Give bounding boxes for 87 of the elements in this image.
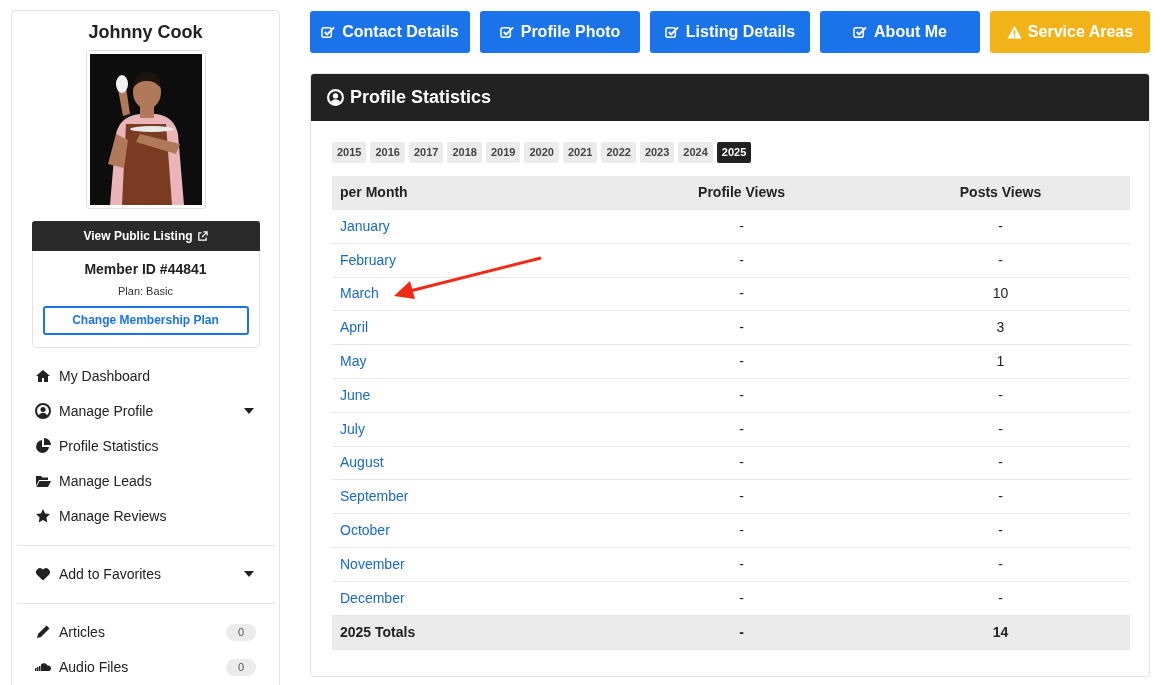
- member-name: Johnny Cook: [88, 21, 203, 44]
- menu-item[interactable]: Manage Reviews: [35, 498, 256, 534]
- user-circle-icon: [35, 403, 51, 419]
- table-cell-text: -: [997, 419, 1004, 439]
- star-icon: [35, 508, 51, 524]
- table-cell-text: -: [738, 352, 745, 372]
- table-cell-text: -: [997, 453, 1004, 473]
- month-link[interactable]: September: [332, 486, 612, 508]
- menu-item[interactable]: My Dashboard: [35, 358, 256, 394]
- menu-item[interactable]: Manage Leads: [35, 463, 256, 499]
- totals-cell-text: -: [738, 622, 745, 642]
- year-tab[interactable]: 2025: [716, 142, 752, 163]
- panel-title: Profile Statistics: [350, 86, 492, 109]
- month-link[interactable]: February: [332, 249, 612, 271]
- table-cell-text: -: [997, 216, 1004, 236]
- step-button[interactable]: Contact Details: [310, 11, 470, 53]
- month-link[interactable]: May: [332, 351, 612, 373]
- year-tab[interactable]: 2020: [524, 142, 559, 163]
- totals-cell-text: 2025 Totals: [339, 622, 417, 642]
- year-tab[interactable]: 2023: [639, 142, 675, 163]
- count-badge: 0: [226, 623, 256, 641]
- month-link[interactable]: October: [332, 520, 612, 542]
- table-cell-text: -: [738, 588, 745, 608]
- pencil-icon: [35, 624, 51, 640]
- menu-item[interactable]: Articles 0: [35, 614, 256, 650]
- menu-item[interactable]: Profile Statistics: [35, 428, 256, 464]
- change-plan-button[interactable]: Change Membership Plan: [42, 305, 249, 335]
- year-tab[interactable]: 2024: [678, 142, 713, 163]
- step-button[interactable]: Listing Details: [650, 11, 810, 53]
- table-cell-text: 3: [995, 318, 1006, 338]
- table-cell-text: 10: [991, 284, 1010, 304]
- warning-icon: [1006, 24, 1022, 40]
- menu-item[interactable]: Audio Files 0: [35, 649, 256, 685]
- year-tab[interactable]: 2017: [408, 142, 444, 163]
- count-badge: 0: [226, 658, 256, 676]
- column-header: per Month: [339, 183, 409, 202]
- month-link[interactable]: June: [332, 384, 612, 406]
- view-listing-button[interactable]: View Public Listing: [31, 221, 260, 251]
- table-cell-text: -: [997, 385, 1004, 405]
- year-tab[interactable]: 2015: [332, 142, 367, 163]
- year-tab[interactable]: 2021: [562, 142, 598, 163]
- year-tab[interactable]: 2016: [370, 142, 405, 163]
- table-cell-text: -: [738, 318, 745, 338]
- checkbox-icon: [321, 24, 337, 40]
- menu-item[interactable]: Manage Profile: [35, 393, 256, 429]
- column-header: Profile Views: [697, 183, 786, 202]
- table-cell-text: -: [738, 554, 745, 574]
- month-link[interactable]: April: [332, 317, 612, 339]
- table-cell-text: -: [738, 521, 745, 541]
- table-cell-text: -: [997, 521, 1004, 541]
- month-link[interactable]: November: [332, 553, 612, 575]
- month-link[interactable]: July: [332, 418, 612, 440]
- checkbox-icon: [853, 24, 869, 40]
- month-link[interactable]: January: [332, 215, 612, 237]
- table-cell-text: -: [997, 250, 1004, 270]
- totals-cell-text: 14: [991, 622, 1010, 642]
- column-header: Posts Views: [958, 183, 1043, 202]
- table-cell-text: -: [997, 588, 1004, 608]
- plan-label: Plan: Basic: [118, 284, 173, 299]
- menu-item[interactable]: Add to Favorites: [35, 556, 256, 592]
- folder-icon: [35, 473, 51, 489]
- month-link[interactable]: August: [332, 452, 612, 474]
- checkbox-icon: [664, 24, 680, 40]
- table-cell-text: 1: [995, 352, 1006, 372]
- external-link-icon: [196, 230, 208, 242]
- user-circle-icon: [327, 89, 344, 106]
- year-tab[interactable]: 2022: [601, 142, 636, 163]
- table-cell-text: -: [738, 216, 745, 236]
- house-icon: [35, 368, 51, 384]
- month-link[interactable]: March: [332, 283, 612, 305]
- table-cell-text: -: [997, 554, 1004, 574]
- table-cell-text: -: [738, 453, 745, 473]
- month-link[interactable]: December: [332, 587, 612, 609]
- table-cell-text: -: [738, 385, 745, 405]
- table-cell-text: -: [997, 487, 1004, 507]
- table-cell-text: -: [738, 419, 745, 439]
- member-id: Member ID #44841: [84, 260, 207, 279]
- year-tab[interactable]: 2018: [447, 142, 482, 163]
- table-cell-text: -: [738, 284, 745, 304]
- step-button[interactable]: About Me: [820, 11, 980, 53]
- step-button[interactable]: Profile Photo: [480, 11, 640, 53]
- table-cell-text: -: [738, 487, 745, 507]
- table-cell-text: -: [738, 250, 745, 270]
- heart-icon: [35, 566, 51, 582]
- checkbox-icon: [499, 24, 515, 40]
- pie-chart-icon: [35, 438, 51, 454]
- year-tab[interactable]: 2019: [485, 142, 521, 163]
